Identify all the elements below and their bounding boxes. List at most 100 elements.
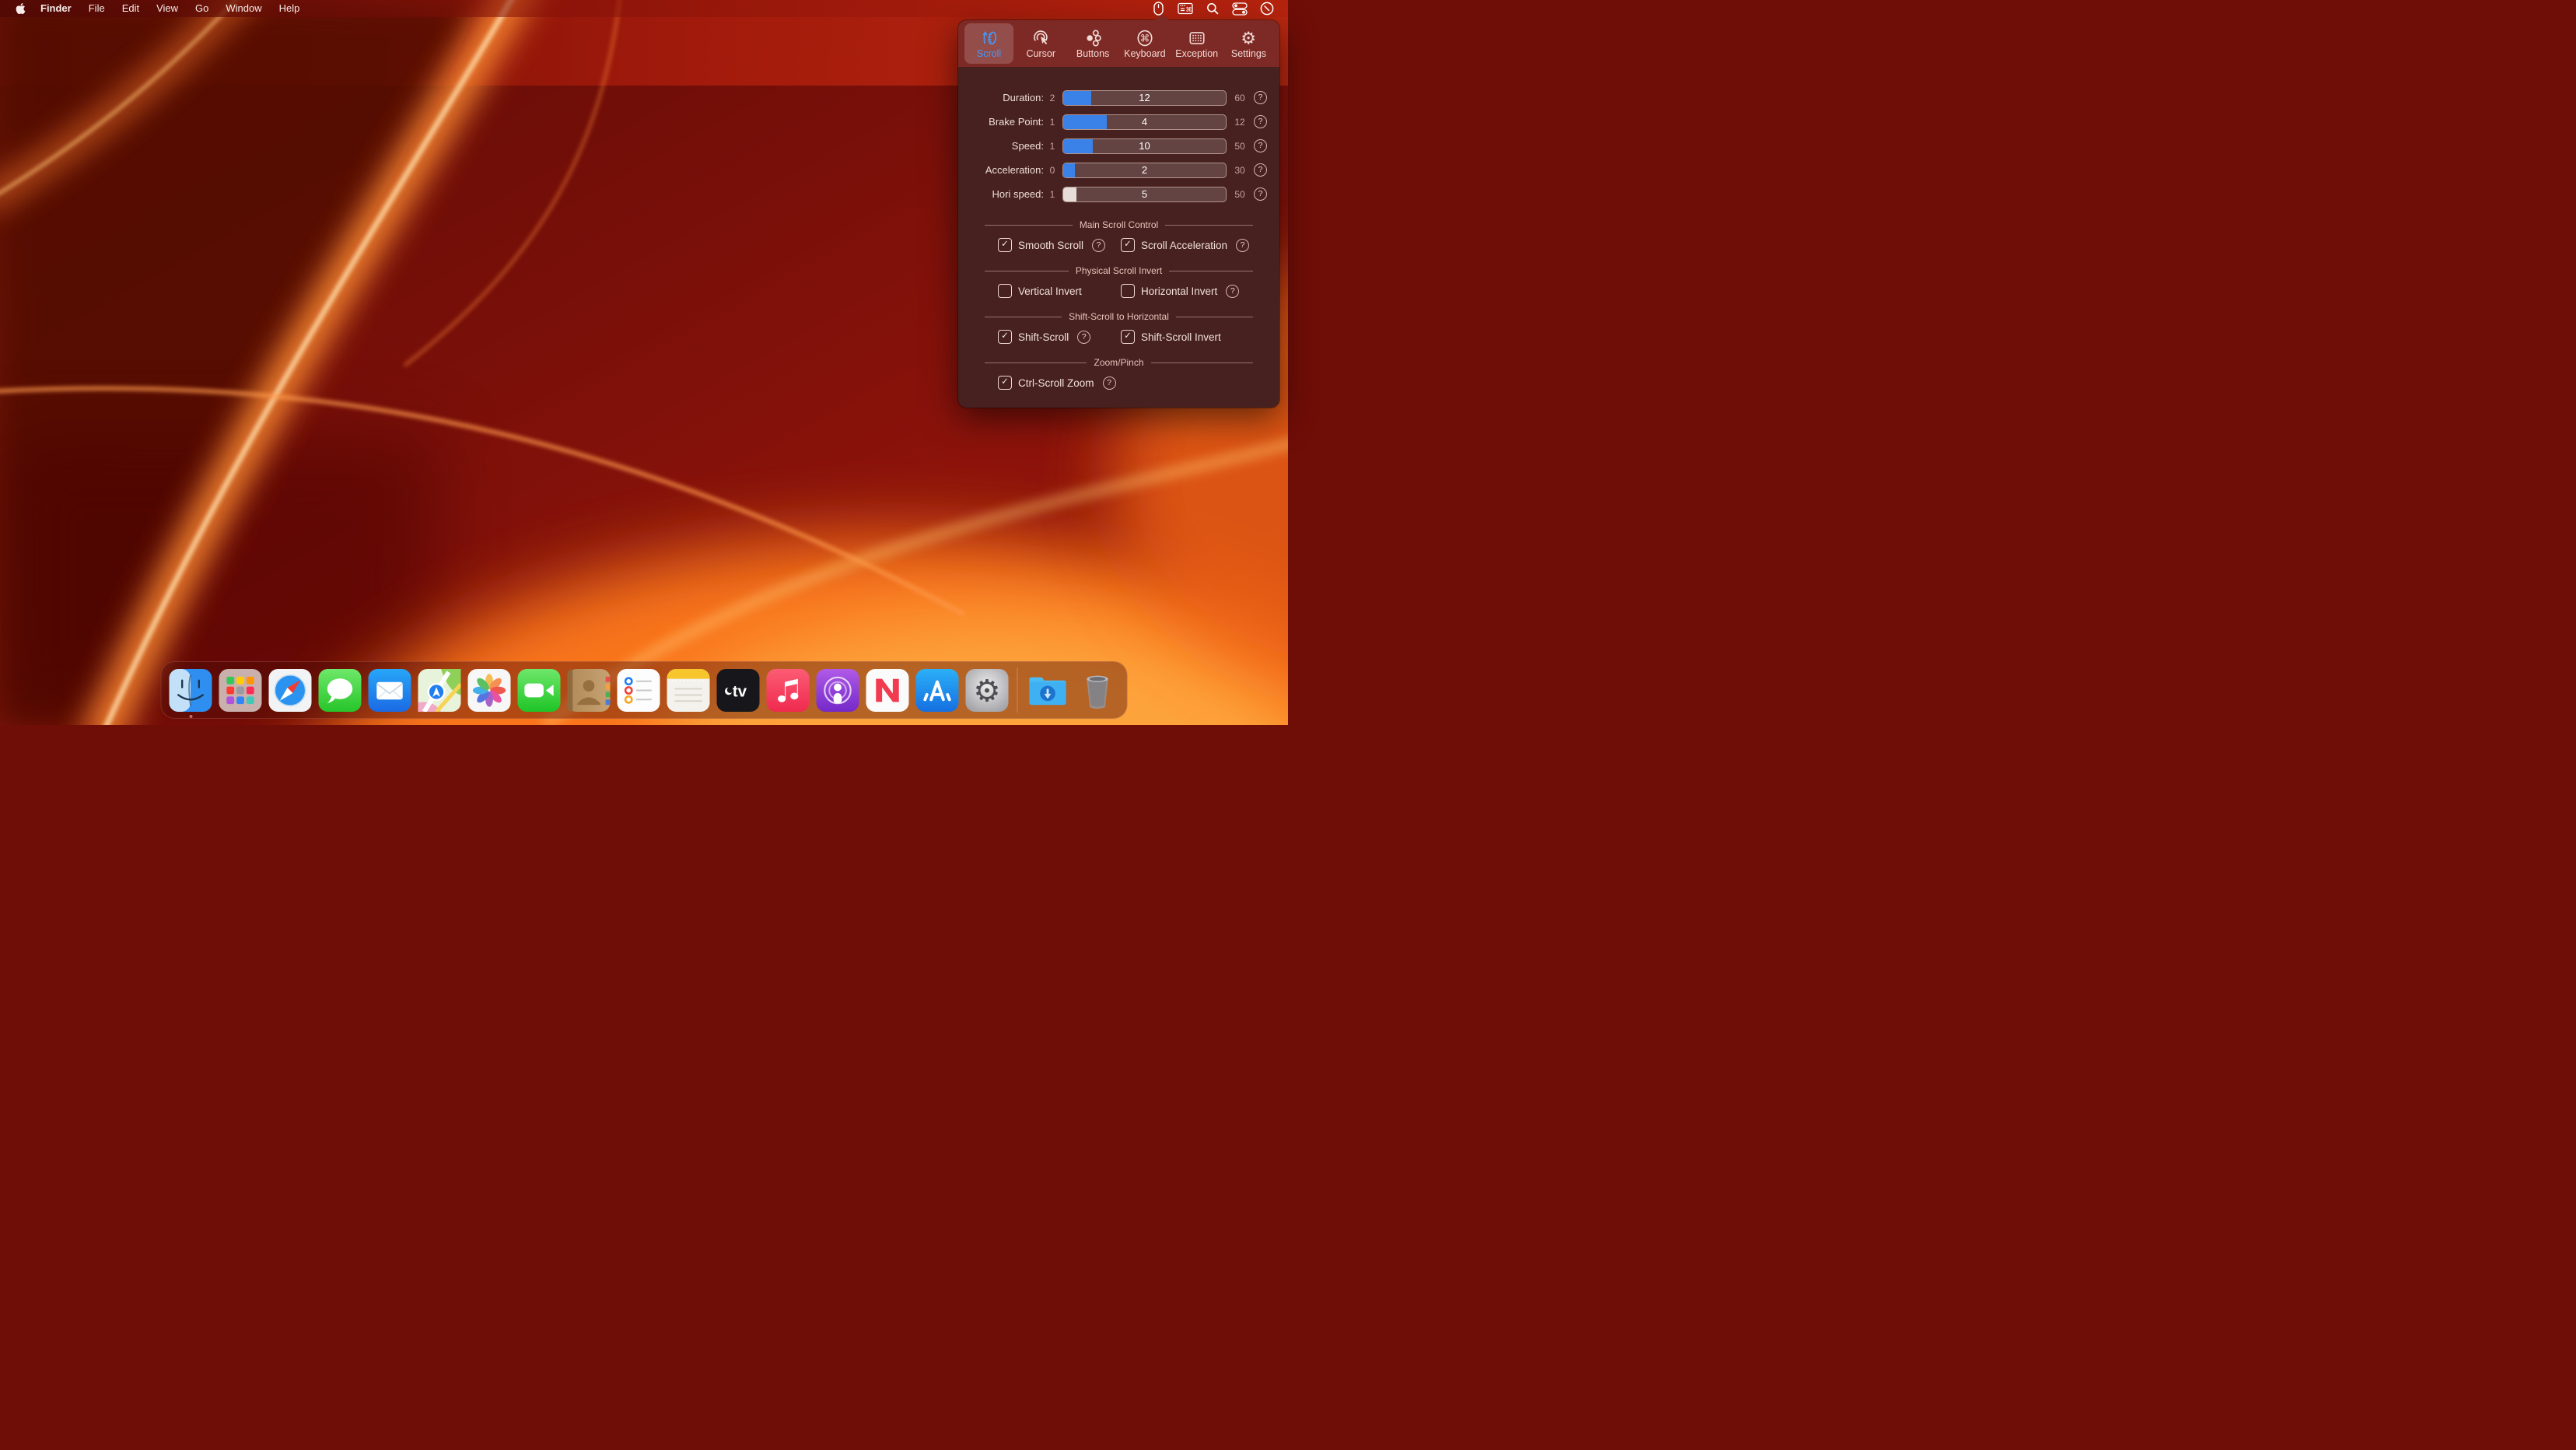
checkbox-horizontal-invert[interactable]: Horizontal Invert ? bbox=[1121, 284, 1239, 298]
dock-item-system-preferences[interactable]: ⚙ bbox=[966, 669, 1009, 712]
dock-item-launchpad[interactable] bbox=[219, 669, 262, 712]
help-icon[interactable]: ? bbox=[1254, 139, 1267, 152]
slider-min: 1 bbox=[1044, 117, 1061, 128]
menu-item-edit[interactable]: Edit bbox=[114, 0, 148, 17]
tab-label: Keyboard bbox=[1124, 49, 1166, 59]
section-title: Zoom/Pinch bbox=[966, 357, 1267, 368]
dock-item-facetime[interactable] bbox=[518, 669, 561, 712]
dock-item-notes[interactable] bbox=[667, 669, 710, 712]
help-icon[interactable]: ? bbox=[1226, 285, 1239, 298]
help-icon[interactable]: ? bbox=[1254, 163, 1267, 177]
slider-row-speed: Speed: 1 10 50 ? bbox=[966, 134, 1267, 158]
scroll-wheel-icon bbox=[980, 29, 999, 47]
checkbox-label: Shift-Scroll bbox=[1018, 331, 1069, 343]
slider-label: Acceleration: bbox=[966, 164, 1044, 176]
mos-scroll-popover: Scroll Cursor Buttons ⌘ Keyboard bbox=[958, 20, 1279, 408]
menu-item-view[interactable]: View bbox=[148, 0, 187, 17]
slider-label: Brake Point: bbox=[966, 116, 1044, 128]
menu-item-finder[interactable]: Finder bbox=[32, 0, 80, 17]
dock-item-photos[interactable] bbox=[468, 669, 511, 712]
keyboard-viewer-icon[interactable]: ⌘ bbox=[1175, 0, 1195, 17]
checkbox-ctrl-scroll-zoom[interactable]: ✓ Ctrl-Scroll Zoom ? bbox=[998, 376, 1116, 390]
dock-item-podcasts[interactable] bbox=[817, 669, 859, 712]
dock-item-trash[interactable] bbox=[1076, 669, 1119, 712]
tab-label: Cursor bbox=[1027, 49, 1056, 59]
checkbox-box[interactable]: ✓ bbox=[998, 330, 1012, 344]
checkbox-label: Shift-Scroll Invert bbox=[1141, 331, 1221, 343]
help-icon[interactable]: ? bbox=[1236, 239, 1249, 252]
checkbox-shift-scroll-invert[interactable]: ✓ Shift-Scroll Invert bbox=[1121, 330, 1243, 344]
checkbox-box[interactable]: ✓ bbox=[998, 376, 1012, 390]
checkbox-box[interactable]: ✓ bbox=[998, 238, 1012, 252]
section-title: Physical Scroll Invert bbox=[966, 265, 1267, 276]
section-zoom-pinch: Zoom/Pinch ✓ Ctrl-Scroll Zoom ? bbox=[966, 357, 1267, 390]
spotlight-icon[interactable] bbox=[1202, 0, 1223, 17]
dock-item-contacts[interactable] bbox=[568, 669, 611, 712]
hori-speed-slider[interactable]: 5 bbox=[1062, 187, 1227, 202]
menu-item-file[interactable]: File bbox=[80, 0, 114, 17]
command-circle-icon: ⌘ bbox=[1136, 29, 1154, 47]
help-icon[interactable]: ? bbox=[1254, 91, 1267, 104]
cursor-click-icon bbox=[1031, 29, 1050, 47]
help-icon[interactable]: ? bbox=[1254, 115, 1267, 128]
dock-item-safari[interactable] bbox=[269, 669, 312, 712]
dock-item-reminders[interactable] bbox=[618, 669, 660, 712]
tab-cursor[interactable]: Cursor bbox=[1017, 23, 1066, 64]
duration-slider[interactable]: 12 bbox=[1062, 90, 1227, 106]
apple-menu[interactable] bbox=[11, 2, 32, 15]
checkbox-label: Ctrl-Scroll Zoom bbox=[1018, 377, 1094, 389]
menu-item-help[interactable]: Help bbox=[271, 0, 309, 17]
checkbox-scroll-acceleration[interactable]: ✓ Scroll Acceleration ? bbox=[1121, 238, 1249, 252]
dock-item-mail[interactable] bbox=[369, 669, 411, 712]
clock-icon[interactable] bbox=[1257, 0, 1277, 17]
dock-item-finder[interactable] bbox=[170, 669, 212, 712]
dock-item-downloads[interactable] bbox=[1027, 669, 1069, 712]
svg-text:⌘: ⌘ bbox=[1186, 6, 1192, 13]
tab-settings[interactable]: ⚙ Settings bbox=[1224, 23, 1273, 64]
checkbox-label: Horizontal Invert bbox=[1141, 285, 1217, 297]
slider-min: 1 bbox=[1044, 141, 1061, 152]
acceleration-slider[interactable]: 2 bbox=[1062, 163, 1227, 178]
tab-buttons[interactable]: Buttons bbox=[1069, 23, 1118, 64]
brake-point-slider[interactable]: 4 bbox=[1062, 114, 1227, 130]
checkbox-box[interactable]: ✓ bbox=[1121, 330, 1135, 344]
tab-scroll[interactable]: Scroll bbox=[964, 23, 1013, 64]
help-icon[interactable]: ? bbox=[1077, 331, 1090, 344]
dock-item-music[interactable] bbox=[767, 669, 810, 712]
mos-mouse-icon[interactable] bbox=[1148, 0, 1168, 17]
menu-item-go[interactable]: Go bbox=[187, 0, 217, 17]
help-icon[interactable]: ? bbox=[1103, 377, 1116, 390]
tab-label: Scroll bbox=[977, 49, 1001, 59]
checkbox-vertical-invert[interactable]: Vertical Invert bbox=[998, 284, 1121, 298]
slider-max: 30 bbox=[1228, 165, 1251, 176]
checkbox-box[interactable] bbox=[998, 284, 1012, 298]
gear-icon: ⚙ bbox=[1239, 29, 1258, 47]
app-grid-icon bbox=[1188, 29, 1206, 47]
tab-keyboard[interactable]: ⌘ Keyboard bbox=[1120, 23, 1169, 64]
help-icon[interactable]: ? bbox=[1254, 187, 1267, 201]
dock-item-maps[interactable] bbox=[418, 669, 461, 712]
popover-tab-bar: Scroll Cursor Buttons ⌘ Keyboard bbox=[958, 20, 1279, 67]
checkbox-smooth-scroll[interactable]: ✓ Smooth Scroll ? bbox=[998, 238, 1121, 252]
tab-exception[interactable]: Exception bbox=[1172, 23, 1221, 64]
slider-value: 2 bbox=[1063, 163, 1226, 177]
dock-item-app-store[interactable] bbox=[916, 669, 959, 712]
slider-row-duration: Duration: 2 12 60 ? bbox=[966, 86, 1267, 110]
menu-item-window[interactable]: Window bbox=[217, 0, 270, 17]
checkbox-box[interactable]: ✓ bbox=[1121, 238, 1135, 252]
dock-item-messages[interactable] bbox=[319, 669, 362, 712]
checkbox-box[interactable] bbox=[1121, 284, 1135, 298]
slider-min: 1 bbox=[1044, 189, 1061, 200]
dock-item-news[interactable] bbox=[866, 669, 909, 712]
tab-label: Exception bbox=[1175, 49, 1218, 59]
dock-item-tv[interactable]: tv bbox=[717, 669, 760, 712]
tab-label: Buttons bbox=[1076, 49, 1109, 59]
speed-slider[interactable]: 10 bbox=[1062, 138, 1227, 154]
slider-min: 2 bbox=[1044, 93, 1061, 103]
menu-bar: Finder File Edit View Go Window Help ⌘ bbox=[0, 0, 1288, 17]
section-physical-scroll-invert: Physical Scroll Invert Vertical Invert H… bbox=[966, 265, 1267, 298]
help-icon[interactable]: ? bbox=[1092, 239, 1105, 252]
checkbox-shift-scroll[interactable]: ✓ Shift-Scroll ? bbox=[998, 330, 1121, 344]
slider-value: 12 bbox=[1063, 91, 1226, 105]
control-center-icon[interactable] bbox=[1230, 0, 1250, 17]
